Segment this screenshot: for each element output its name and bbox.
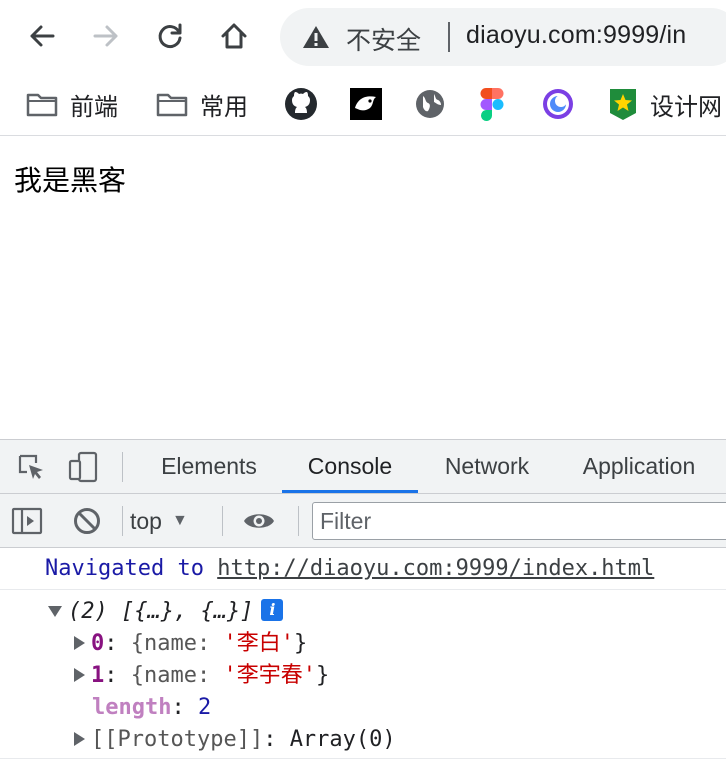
home-icon (221, 23, 247, 49)
security-label[interactable]: 不安全 (346, 21, 421, 57)
clear-ban-icon (74, 508, 100, 534)
bookmark-figma[interactable] (480, 84, 504, 124)
device-toolbar-button[interactable] (66, 450, 100, 484)
item-value: '李宇春' (223, 663, 316, 688)
figma-icon (480, 88, 504, 121)
page-heading-text: 我是黑客 (14, 164, 127, 197)
star-badge-icon (610, 89, 636, 120)
item-close: } (315, 663, 330, 688)
filter-input[interactable]: Filter (312, 502, 726, 540)
bookmark-folder-frontend[interactable]: 前端 (26, 84, 118, 124)
inspect-element-button[interactable] (14, 450, 48, 484)
tab-network[interactable]: Network (428, 440, 546, 493)
page-content: 我是黑客 (0, 137, 726, 439)
bookmark-label: 常用 (200, 92, 248, 121)
array-item-row[interactable]: 0: {name: '李白'} (74, 628, 307, 660)
bookmark-panther[interactable] (350, 84, 382, 124)
length-key: length (92, 695, 172, 720)
back-button[interactable] (20, 14, 64, 58)
collapse-arrow-icon[interactable] (74, 732, 85, 746)
home-button[interactable] (212, 14, 256, 58)
length-row: length: 2 (92, 695, 212, 720)
folder-icon (26, 93, 58, 117)
prototype-row[interactable]: [[Prototype]]: Array(0) (74, 724, 396, 756)
navigation-message: Navigated to http://diaoyu.com:9999/inde… (0, 548, 726, 590)
item-index: 0 (91, 631, 105, 656)
navigated-url-link[interactable]: http://diaoyu.com:9999/index.html (217, 556, 654, 581)
bookmark-label: 前端 (70, 92, 118, 121)
expand-arrow-icon[interactable] (48, 605, 62, 617)
tab-bar-separator (122, 452, 123, 482)
console-divider (0, 758, 726, 759)
globe-icon (416, 90, 444, 118)
bookmark-design-site[interactable]: 设计网 (608, 84, 722, 124)
context-selector[interactable]: top ▼ (130, 504, 188, 538)
swirl-icon (543, 89, 573, 119)
forward-button[interactable] (84, 14, 128, 58)
navigated-prefix: Navigated to (45, 556, 204, 581)
item-index: 1 (91, 663, 105, 688)
bookmark-label: 设计网 (650, 92, 722, 121)
array-log-row[interactable]: (2) [{…}, {…}] i (48, 596, 284, 628)
length-value: 2 (197, 695, 212, 720)
back-arrow-icon (30, 25, 55, 47)
folder-icon (156, 93, 188, 117)
bookmark-github[interactable] (284, 84, 318, 124)
browser-toolbar: 不安全 diaoyu.com:9999/in (0, 0, 726, 72)
info-icon[interactable]: i (261, 599, 284, 621)
bookmark-globe[interactable] (414, 84, 446, 124)
prototype-value: Array(0) (289, 727, 396, 752)
context-label: top (130, 507, 162, 534)
github-icon (285, 88, 317, 120)
caret-down-icon: ▼ (171, 512, 188, 529)
toolbar-separator (298, 506, 299, 536)
array-summary: (2) [{…}, {…}] (68, 599, 254, 624)
collapse-arrow-icon[interactable] (74, 668, 85, 682)
show-sidebar-button[interactable] (10, 504, 44, 538)
device-toggle-icon (68, 451, 98, 483)
reload-button[interactable] (148, 14, 192, 58)
console-output: Navigated to http://diaoyu.com:9999/inde… (0, 548, 726, 764)
inspect-cursor-icon (18, 454, 43, 479)
live-expression-button[interactable] (242, 504, 276, 538)
bookmark-folder-common[interactable]: 常用 (156, 84, 248, 124)
clear-console-button[interactable] (70, 504, 104, 538)
warning-triangle-icon[interactable] (302, 24, 330, 54)
array-item-row[interactable]: 1: {name: '李宇春'} (74, 660, 329, 692)
console-toolbar: top ▼ Filter (0, 494, 726, 548)
item-open: {name: (130, 663, 224, 688)
item-close: } (293, 631, 308, 656)
navigation-text: Navigated to http://diaoyu.com:9999/inde… (45, 556, 654, 581)
address-bar[interactable]: 不安全 diaoyu.com:9999/in (280, 8, 726, 66)
prototype-key: [[Prototype]] (91, 727, 264, 752)
item-open: {name: (130, 631, 224, 656)
reload-icon (158, 23, 182, 48)
tab-console[interactable]: Console (282, 440, 418, 493)
tab-elements[interactable]: Elements (146, 440, 272, 493)
sidebar-toggle-icon (11, 507, 43, 535)
toolbar-separator (122, 506, 123, 536)
devtools-tab-bar: Elements Console Network Application (0, 439, 726, 494)
panther-icon (350, 88, 382, 120)
tab-application[interactable]: Application (566, 440, 712, 493)
url-text[interactable]: diaoyu.com:9999/in (466, 21, 686, 50)
bookmark-swirl[interactable] (542, 84, 574, 124)
item-value: '李白' (223, 631, 294, 656)
forward-arrow-icon (93, 25, 118, 47)
eye-icon (244, 514, 274, 528)
omnibox-separator (448, 22, 450, 52)
toolbar-separator (222, 506, 223, 536)
collapse-arrow-icon[interactable] (74, 636, 85, 650)
bookmarks-bar: 前端 常用 设计网 (0, 72, 726, 136)
